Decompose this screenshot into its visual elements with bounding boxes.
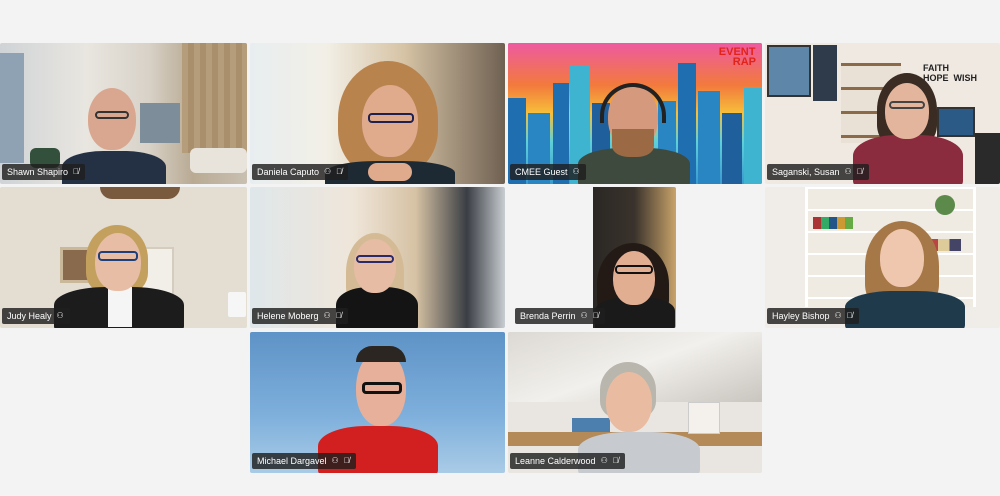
video-tile-shawn-shapiro[interactable]: Shawn Shapiro 🎙̸ [0,43,247,184]
video-tile-leanne-calderwood[interactable]: Leanne Calderwood ⚇ 🎙̸ [508,332,762,473]
participant-name: Michael Dargavel [257,456,327,466]
video-tile-saganski-susan[interactable]: FAITH HOPE WISH Saganski, Susan ⚇ 🎙̸ [765,43,1000,184]
share-icon: ⚇ [323,311,331,320]
participant-name: Brenda Perrin [520,311,576,321]
share-icon: ⚇ [324,167,332,176]
name-label: Leanne Calderwood ⚇ 🎙̸ [510,453,625,469]
name-label: Hayley Bishop ⚇ 🎙̸ [767,308,859,324]
video-tile-cmee-guest[interactable]: EVENT RAP CMEE Guest ⚇ [508,43,762,184]
participant-name: Judy Healy [7,311,52,321]
name-label: Judy Healy ⚇ [2,308,70,324]
name-label: Saganski, Susan ⚇ 🎙̸ [767,164,869,180]
microphone-muted-icon: 🎙̸ [336,167,343,176]
video-tile-helene-moberg[interactable]: Helene Moberg ⚇ 🎙̸ [250,187,505,328]
name-label: Brenda Perrin ⚇ 🎙̸ [515,308,605,324]
participant-name: Hayley Bishop [772,311,830,321]
microphone-muted-icon: 🎙̸ [846,311,853,320]
participant-name: Leanne Calderwood [515,456,596,466]
name-label: CMEE Guest ⚇ [510,164,586,180]
participant-name: Daniela Caputo [257,167,320,177]
video-tile-michael-dargavel[interactable]: Michael Dargavel ⚇ 🎙̸ [250,332,505,473]
microphone-muted-icon: 🎙̸ [856,167,863,176]
name-label: Helene Moberg ⚇ 🎙̸ [252,308,348,324]
microphone-muted-icon: 🎙̸ [592,311,599,320]
share-icon: ⚇ [580,311,588,320]
share-icon: ⚇ [331,456,339,465]
logo-line-2: RAP [732,56,756,68]
name-label: Daniela Caputo ⚇ 🎙̸ [252,164,349,180]
share-icon: ⚇ [844,167,852,176]
name-label: Shawn Shapiro 🎙̸ [2,164,86,180]
microphone-muted-icon: 🎙̸ [335,311,342,320]
participant-name: Helene Moberg [257,311,319,321]
microphone-muted-icon: 🎙̸ [343,456,350,465]
video-tile-daniela-caputo[interactable]: Daniela Caputo ⚇ 🎙̸ [250,43,505,184]
participant-name: CMEE Guest [515,167,568,177]
video-tile-brenda-perrin[interactable]: Brenda Perrin ⚇ 🎙̸ [513,187,676,328]
share-icon: ⚇ [572,167,580,176]
microphone-muted-icon: 🎙̸ [612,456,619,465]
video-tile-judy-healy[interactable]: Judy Healy ⚇ [0,187,247,328]
share-icon: ⚇ [56,311,64,320]
share-icon: ⚇ [600,456,608,465]
name-label: Michael Dargavel ⚇ 🎙̸ [252,453,356,469]
participant-name: Shawn Shapiro [7,167,69,177]
video-tile-hayley-bishop[interactable]: Hayley Bishop ⚇ 🎙̸ [765,187,1000,328]
wall-decor: FAITH HOPE WISH [923,63,978,83]
share-icon: ⚇ [834,311,842,320]
event-rap-logo: EVENT RAP [719,47,756,68]
microphone-muted-icon: 🎙̸ [73,167,80,176]
participant-name: Saganski, Susan [772,167,840,177]
